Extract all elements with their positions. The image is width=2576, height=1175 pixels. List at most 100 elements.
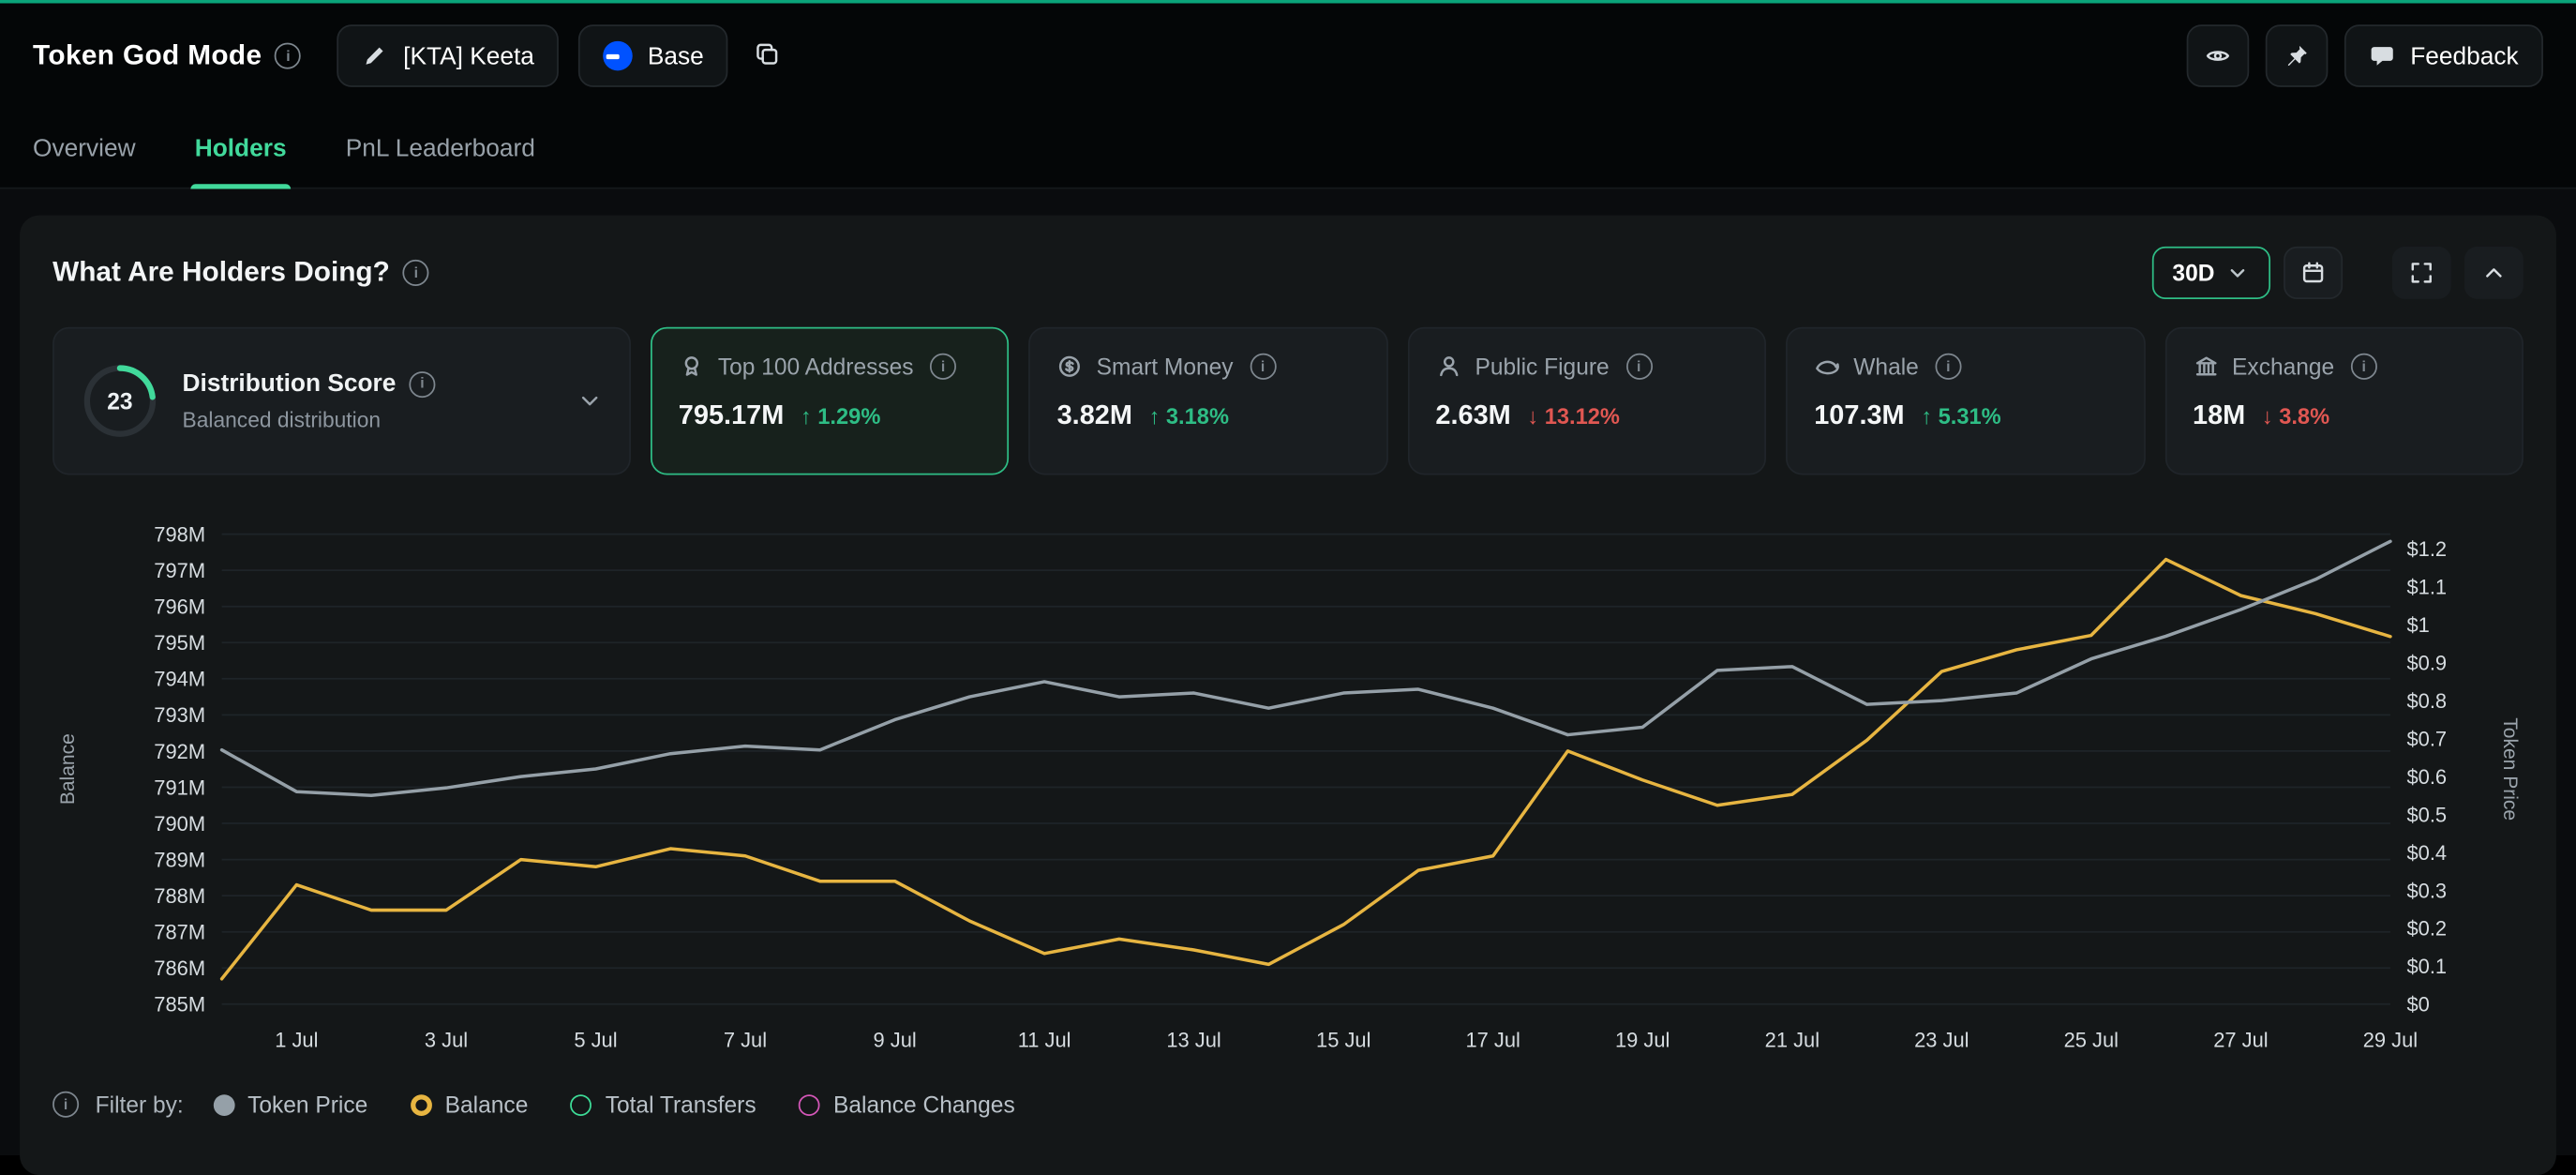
category-card-public-figure[interactable]: Public Figure i 2.63M ↓ 13.12% (1408, 327, 1767, 475)
expand-icon (2408, 260, 2434, 286)
pin-button[interactable] (2266, 24, 2329, 87)
legend-label: Balance (445, 1092, 529, 1118)
smart-money-icon (1057, 354, 1084, 380)
svg-text:794M: 794M (154, 668, 205, 691)
info-icon[interactable]: i (930, 354, 956, 380)
category-values: 795.17M↑ 1.29% (679, 401, 981, 432)
info-icon[interactable]: i (2351, 354, 2377, 380)
svg-text:$0.1: $0.1 (2406, 955, 2447, 978)
category-card-smart-money[interactable]: Smart Moneyi 3.82M ↑ 3.18% (1029, 327, 1388, 475)
svg-text:$1.1: $1.1 (2406, 576, 2447, 599)
tab-overview[interactable]: Overview (33, 109, 136, 188)
tab-pnl-leaderboard[interactable]: PnL Leaderboard (346, 109, 535, 188)
chevron-down-icon (2224, 260, 2251, 286)
svg-text:5 Jul: 5 Jul (574, 1028, 617, 1051)
svg-text:$0: $0 (2406, 993, 2429, 1017)
svg-text:11 Jul: 11 Jul (1018, 1028, 1071, 1051)
token-name: [KTA] Keeta (403, 42, 534, 70)
public-figure-icon (1435, 354, 1461, 380)
svg-text:21 Jul: 21 Jul (1765, 1028, 1820, 1051)
copy-address-button[interactable] (752, 37, 785, 74)
token-price-line (222, 541, 2390, 795)
tab-holders[interactable]: Holders (195, 109, 287, 188)
category-label: Public Figure (1475, 354, 1609, 380)
legend-item-balance-changes[interactable]: Balance Changes (799, 1092, 1015, 1118)
calendar-button[interactable] (2284, 247, 2343, 299)
svg-text:792M: 792M (154, 740, 205, 763)
svg-text:790M: 790M (154, 812, 205, 836)
category-value: 2.63M (1435, 401, 1510, 432)
info-icon[interactable]: i (409, 370, 435, 397)
collapse-panel-button[interactable] (2464, 247, 2524, 299)
holders-chart[interactable]: 798M797M796M795M794M793M792M791M790M789M… (52, 511, 2524, 1078)
tab-holders-label: Holders (195, 134, 287, 162)
category-header: Top 100 Addressesi (679, 354, 981, 380)
svg-text:$0.6: $0.6 (2406, 765, 2447, 789)
legend-item-total-transfers[interactable]: Total Transfers (571, 1092, 756, 1118)
category-value: 3.82M (1057, 401, 1132, 432)
category-values: 2.63M ↓ 13.12% (1435, 401, 1738, 432)
category-header: Whalei (1814, 354, 2117, 380)
tab-pnl-label: PnL Leaderboard (346, 134, 535, 162)
legend-label: Token Price (247, 1092, 367, 1118)
distribution-score-card[interactable]: 23 Distribution Score i Balanced distrib… (52, 327, 631, 475)
feedback-button[interactable]: Feedback (2344, 24, 2543, 87)
svg-text:796M: 796M (154, 595, 205, 619)
category-header: Smart Moneyi (1057, 354, 1360, 380)
chart-filter-row: i Filter by: Token Price Balance Total Tra… (52, 1092, 2524, 1118)
legend-dot (213, 1093, 234, 1115)
info-icon[interactable]: i (1625, 354, 1652, 380)
svg-text:17 Jul: 17 Jul (1466, 1028, 1520, 1051)
category-card-whale[interactable]: Whalei107.3M↑ 5.31% (1786, 327, 2145, 475)
svg-text:$0.7: $0.7 (2406, 727, 2447, 750)
chain-selector-button[interactable]: Base (578, 24, 728, 87)
category-card-exchange[interactable]: Exchangei18M↓ 3.8% (2164, 327, 2524, 475)
tab-bar: Overview Holders PnL Leaderboard (0, 109, 2576, 189)
svg-text:9 Jul: 9 Jul (873, 1028, 916, 1051)
svg-text:797M: 797M (154, 559, 205, 582)
category-card-top-100-addresses[interactable]: Top 100 Addressesi 795.17M↑ 1.29% (651, 327, 1010, 475)
category-change: ↓ 13.12% (1527, 404, 1620, 429)
chart-area: 798M797M796M795M794M793M792M791M790M789M… (52, 511, 2524, 1078)
category-label: Whale (1853, 354, 1919, 380)
balance-line (222, 560, 2390, 979)
svg-text:795M: 795M (154, 631, 205, 655)
svg-text:789M: 789M (154, 848, 205, 871)
fullscreen-button[interactable] (2392, 247, 2451, 299)
date-range-dropdown[interactable]: 30D (2152, 247, 2270, 299)
distribution-score-sublabel: Balanced distribution (183, 408, 436, 432)
token-selector-button[interactable]: [KTA] Keeta (337, 24, 559, 87)
info-icon[interactable]: i (403, 260, 429, 286)
info-icon[interactable]: i (1935, 354, 1961, 380)
info-icon[interactable]: i (1250, 354, 1276, 380)
main-content: What Are Holders Doing? i 30D (0, 189, 2576, 1175)
category-change: ↑ 5.31% (1921, 404, 2000, 429)
legend-item-token-price[interactable]: Token Price (213, 1092, 367, 1118)
svg-text:7 Jul: 7 Jul (724, 1028, 767, 1051)
chevron-up-icon (2480, 260, 2507, 286)
svg-text:$0.5: $0.5 (2406, 803, 2447, 826)
exchange-icon (2193, 354, 2219, 380)
legend-dot (411, 1093, 432, 1115)
filter-by-label: Filter by: (96, 1092, 184, 1118)
svg-text:$0.9: $0.9 (2406, 652, 2447, 675)
category-change: ↑ 1.29% (801, 404, 880, 429)
watch-icon (2205, 43, 2231, 69)
panel-header: What Are Holders Doing? i 30D (52, 216, 2524, 301)
category-label: Exchange (2232, 354, 2334, 380)
distribution-score-value: 23 (81, 362, 159, 441)
page-title: Token God Mode (33, 39, 262, 72)
svg-text:$0.3: $0.3 (2406, 879, 2447, 902)
chain-name: Base (648, 42, 704, 70)
info-icon[interactable]: i (275, 43, 301, 69)
svg-text:Balance: Balance (57, 733, 79, 805)
svg-text:3 Jul: 3 Jul (425, 1028, 468, 1051)
legend-item-balance[interactable]: Balance (411, 1092, 528, 1118)
info-icon[interactable]: i (52, 1092, 79, 1118)
legend-label: Balance Changes (833, 1092, 1015, 1118)
calendar-icon (2300, 260, 2327, 286)
svg-text:$0.2: $0.2 (2406, 917, 2447, 941)
svg-text:793M: 793M (154, 703, 205, 727)
watch-button[interactable] (2187, 24, 2250, 87)
category-change: ↑ 3.18% (1148, 404, 1228, 429)
